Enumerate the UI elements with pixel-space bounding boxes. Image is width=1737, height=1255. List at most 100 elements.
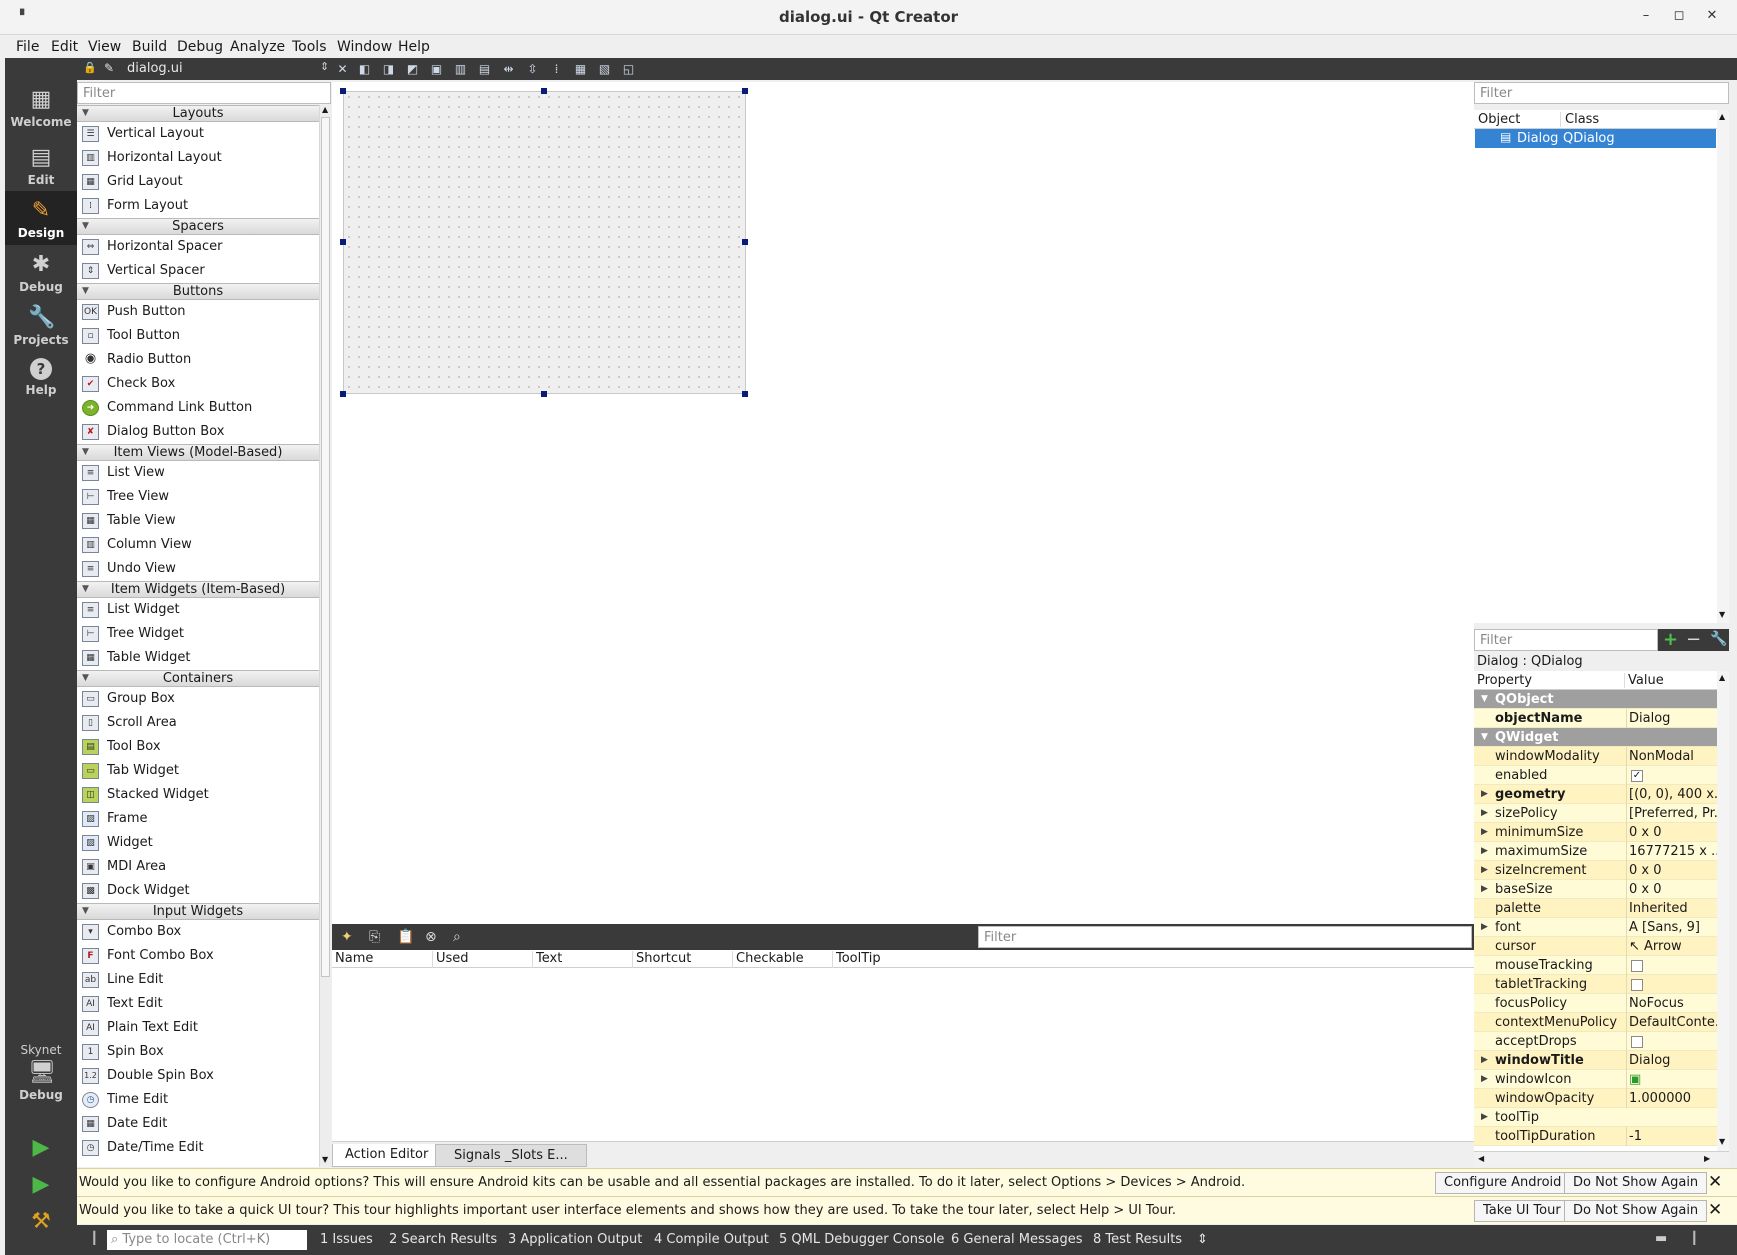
property-palette[interactable]: palette Inherited (1474, 899, 1717, 918)
column-property[interactable]: Property (1474, 673, 1532, 688)
category-input-widgets[interactable]: ▼ Input Widgets (77, 903, 319, 920)
pane-search-results[interactable]: 2 Search Results (389, 1232, 497, 1247)
property-windowtitle[interactable]: ▶ windowTitle Dialog (1474, 1051, 1717, 1070)
widget-tree-view[interactable]: ⊢ Tree View (77, 485, 319, 509)
widget-undo-view[interactable]: ≡ Undo View (77, 557, 319, 581)
expand-arrow-icon[interactable]: ▶ (1481, 880, 1488, 899)
property-tooltip[interactable]: ▶ toolTip (1474, 1108, 1717, 1127)
close-button[interactable]: ✕ (1701, 8, 1723, 28)
property-sizepolicy[interactable]: ▶ sizePolicy [Preferred, Pr... (1474, 804, 1717, 823)
scroll-down-icon[interactable]: ▼ (322, 1155, 328, 1164)
category-buttons[interactable]: ▼ Buttons (77, 283, 319, 300)
widget-tool-button[interactable]: ▫ Tool Button (77, 324, 319, 348)
category-layouts[interactable]: ▼ Layouts (77, 105, 319, 122)
category-item-widgets[interactable]: ▼ Item Widgets (Item-Based) (77, 581, 319, 598)
widget-vertical-layout[interactable]: ☰ Vertical Layout (77, 122, 319, 146)
property-value[interactable]: 0 x 0 (1626, 861, 1717, 880)
close-infobar-icon[interactable]: ✕ (1708, 1197, 1722, 1224)
widget-push-button[interactable]: OK Push Button (77, 300, 319, 324)
widget-command-link-button[interactable]: ➜ Command Link Button (77, 396, 319, 420)
property-contextmenupolicy[interactable]: contextMenuPolicy DefaultConte... (1474, 1013, 1717, 1032)
property-basesize[interactable]: ▶ baseSize 0 x 0 (1474, 880, 1717, 899)
menu-help[interactable]: Help (398, 39, 430, 55)
configure-icon[interactable]: ⌕ (453, 929, 461, 945)
adjust-size-icon[interactable]: ◱ (621, 62, 636, 76)
property-editor-hscrollbar[interactable]: ◀ ▶ (1474, 1151, 1729, 1167)
take-ui-tour-button[interactable]: Take UI Tour (1474, 1200, 1570, 1222)
column-checkable[interactable]: Checkable (732, 951, 804, 968)
property-value[interactable]: NonModal (1626, 747, 1717, 766)
property-tooltipduration[interactable]: toolTipDuration -1 (1474, 1127, 1717, 1146)
property-value[interactable]: Dialog (1626, 709, 1717, 728)
menu-build[interactable]: Build (132, 39, 167, 55)
widget-horizontal-layout[interactable]: ▥ Horizontal Layout (77, 146, 319, 170)
property-value[interactable]: [(0, 0), 400 x... (1626, 785, 1717, 804)
layout-form-icon[interactable]: ⁞ (549, 62, 564, 76)
property-font[interactable]: ▶ font A [Sans, 9] (1474, 918, 1717, 937)
column-value[interactable]: Value (1624, 673, 1664, 688)
remove-property-icon[interactable]: − (1686, 629, 1701, 650)
property-value[interactable]: A [Sans, 9] (1626, 918, 1717, 937)
copy-icon[interactable]: ⎘ (369, 929, 380, 945)
widget-grid-layout[interactable]: ▦ Grid Layout (77, 170, 319, 194)
delete-icon[interactable]: ⊗ (425, 929, 437, 945)
do-not-show-again-button[interactable]: Do Not Show Again (1564, 1172, 1708, 1194)
document-switch-icon[interactable]: ⇕ (320, 60, 329, 73)
column-object[interactable]: Object (1476, 112, 1520, 127)
pane-compile-output[interactable]: 4 Compile Output (654, 1232, 769, 1247)
column-text[interactable]: Text (532, 951, 562, 968)
debug-run-button[interactable]: ▶ (5, 1173, 77, 1200)
widget-plain-text-edit[interactable]: AI Plain Text Edit (77, 1016, 319, 1040)
scroll-right-icon[interactable]: ▶ (1704, 1154, 1710, 1163)
widget-list-widget[interactable]: ≡ List Widget (77, 598, 319, 622)
resize-handle-top[interactable] (541, 88, 547, 94)
pane-test-results[interactable]: 8 Test Results (1093, 1232, 1182, 1247)
locator-input[interactable]: ⌕ Type to locate (Ctrl+K) (107, 1230, 307, 1250)
property-value[interactable]: NoFocus (1626, 994, 1717, 1013)
toggle-right-sidebar-icon[interactable]: ▕▏ (1685, 1231, 1703, 1245)
widget-mdi-area[interactable]: ▣ MDI Area (77, 855, 319, 879)
configure-wrench-icon[interactable]: 🔧 (1710, 631, 1727, 647)
resize-handle-top-right[interactable] (742, 88, 748, 94)
close-infobar-icon[interactable]: ✕ (1708, 1169, 1722, 1196)
more-panes-icon[interactable]: ⇕ (1197, 1232, 1208, 1247)
expand-arrow-icon[interactable]: ▶ (1481, 785, 1488, 804)
expand-arrow-icon[interactable]: ▶ (1481, 823, 1488, 842)
new-action-icon[interactable]: ✦ (341, 929, 353, 945)
property-cursor[interactable]: cursor ↖ Arrow (1474, 937, 1717, 956)
object-row-dialog[interactable]: ▤ Dialog QDialog (1475, 129, 1716, 148)
pane-qml-debugger-console[interactable]: 5 QML Debugger Console (779, 1232, 944, 1247)
tab-action-editor[interactable]: Action Editor (332, 1144, 442, 1167)
expand-arrow-icon[interactable]: ▶ (1481, 842, 1488, 861)
widget-table-widget[interactable]: ▦ Table Widget (77, 646, 319, 670)
widget-font-combo-box[interactable]: F Font Combo Box (77, 944, 319, 968)
action-table-body[interactable] (332, 968, 1474, 1141)
pane-issues[interactable]: 1 Issues (320, 1232, 373, 1247)
column-used[interactable]: Used (432, 951, 469, 968)
scroll-up-icon[interactable]: ▲ (1719, 112, 1725, 121)
scroll-left-icon[interactable]: ◀ (1478, 1154, 1484, 1163)
property-value[interactable]: ↖ Arrow (1626, 937, 1717, 956)
configure-android-button[interactable]: Configure Android (1435, 1172, 1571, 1194)
widget-date-time-edit[interactable]: ◷ Date/Time Edit (77, 1136, 319, 1160)
acceptdrops-checkbox[interactable] (1631, 1035, 1643, 1048)
layout-grid-icon[interactable]: ▦ (573, 62, 588, 76)
expand-arrow-icon[interactable]: ▶ (1481, 861, 1488, 880)
add-property-icon[interactable]: + (1663, 629, 1678, 650)
menu-window[interactable]: Window (337, 39, 392, 55)
property-tablettracking[interactable]: tabletTracking (1474, 975, 1717, 994)
property-editor-filter[interactable]: Filter (1474, 629, 1658, 651)
property-geometry[interactable]: ▶ geometry [(0, 0), 400 x... (1474, 785, 1717, 804)
property-value[interactable]: -1 (1626, 1127, 1717, 1146)
property-enabled[interactable]: enabled ✓ (1474, 766, 1717, 785)
widget-check-box[interactable]: ✔ Check Box (77, 372, 319, 396)
widget-list-view[interactable]: ≡ List View (77, 461, 319, 485)
mode-debug[interactable]: ✱ Debug (5, 253, 77, 295)
widget-tree-widget[interactable]: ⊢ Tree Widget (77, 622, 319, 646)
edit-widgets-icon[interactable]: ◧ (357, 62, 372, 76)
enabled-checkbox[interactable]: ✓ (1631, 769, 1643, 782)
widget-time-edit[interactable]: ◷ Time Edit (77, 1088, 319, 1112)
widget-box-scrollbar[interactable]: ▲ ▼ (319, 105, 331, 1167)
property-value[interactable]: DefaultConte... (1626, 1013, 1717, 1032)
dialog-form[interactable] (343, 91, 746, 394)
